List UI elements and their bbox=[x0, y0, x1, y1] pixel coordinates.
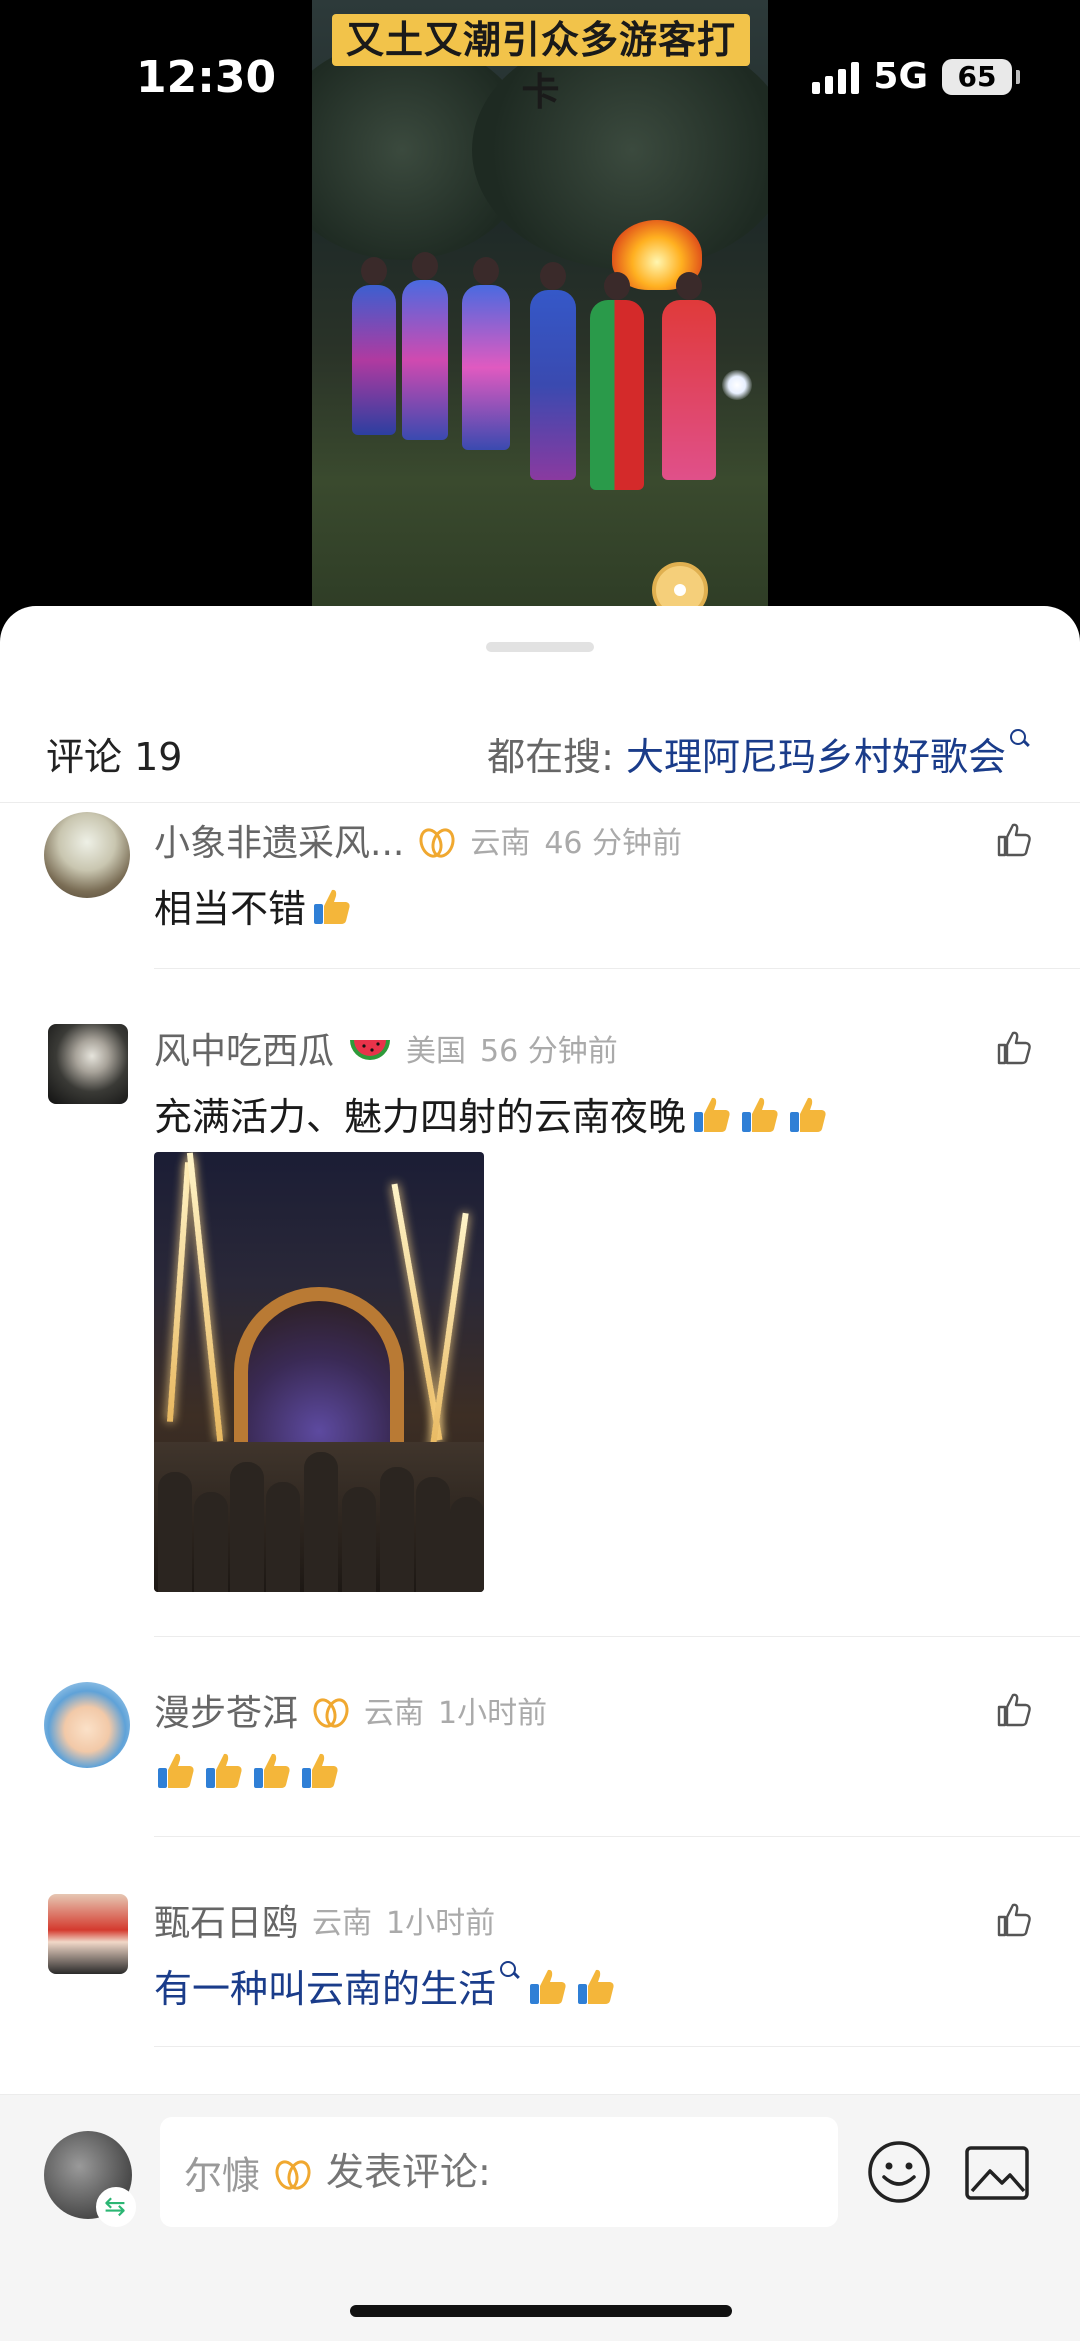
network-type: 5G bbox=[873, 56, 928, 97]
comment-divider bbox=[154, 968, 1080, 969]
battery-icon: 65 bbox=[942, 58, 1020, 95]
emoji-icon[interactable] bbox=[866, 2139, 932, 2205]
like-icon[interactable] bbox=[994, 820, 1034, 860]
comment-time: 46 分钟前 bbox=[544, 826, 683, 861]
comment-time: 56 分钟前 bbox=[480, 1034, 618, 1069]
vip-badge-icon bbox=[274, 2157, 312, 2187]
repost-badge-icon bbox=[96, 2187, 136, 2227]
image-icon[interactable] bbox=[964, 2145, 1030, 2201]
thumbs-up-emoji bbox=[694, 1097, 730, 1132]
dancer bbox=[402, 252, 448, 440]
comment-location: 云南 bbox=[364, 1696, 425, 1731]
dancer bbox=[530, 262, 576, 480]
comment-meta: 甄石日鸥 云南 1小时前 bbox=[154, 1894, 495, 1946]
avatar[interactable] bbox=[44, 1682, 130, 1768]
comment-item: 漫步苍洱 云南 1小时前 bbox=[0, 1672, 1080, 1892]
dancer bbox=[662, 272, 716, 480]
avatar[interactable] bbox=[48, 1894, 128, 1974]
dancer bbox=[352, 257, 396, 435]
hot-search-link[interactable]: 都在搜: 大理阿尼玛乡村好歌会 bbox=[487, 726, 1032, 781]
comments-header: 评论 19 都在搜: 大理阿尼玛乡村好歌会 bbox=[0, 716, 1080, 800]
thumbs-up-emoji bbox=[206, 1753, 242, 1788]
light-tree bbox=[166, 1162, 192, 1422]
sheet-drag-handle[interactable] bbox=[486, 642, 594, 652]
comment-time: 1小时前 bbox=[438, 1696, 548, 1731]
comment-text[interactable] bbox=[154, 1748, 342, 1792]
avatar[interactable] bbox=[48, 1024, 128, 1104]
comment-search-link[interactable]: 有一种叫云南的生活 bbox=[154, 1958, 496, 2013]
comment-text[interactable]: 有一种叫云南的生活 bbox=[154, 1958, 618, 2013]
comment-image[interactable] bbox=[154, 1152, 484, 1592]
crowd bbox=[154, 1442, 484, 1592]
like-icon[interactable] bbox=[994, 1028, 1034, 1068]
input-username: 尔慷 bbox=[184, 2153, 261, 2198]
comment-divider bbox=[154, 1836, 1080, 1837]
comment-input[interactable] bbox=[326, 2150, 747, 2194]
signal-icon bbox=[812, 60, 860, 94]
comments-count-title: 评论 19 bbox=[46, 735, 183, 779]
thumbs-up-emoji bbox=[530, 1969, 566, 2004]
like-icon[interactable] bbox=[994, 1900, 1034, 1940]
comment-text-content: 充满活力、魅力四射的云南夜晚 bbox=[154, 1095, 687, 1139]
comments-sheet: 评论 19 都在搜: 大理阿尼玛乡村好歌会 小象非遗采风... 云南 46 分钟… bbox=[0, 606, 1080, 2341]
vip-badge-icon bbox=[418, 825, 456, 855]
thumbs-up-emoji bbox=[578, 1969, 614, 2004]
thumbs-up-emoji bbox=[254, 1753, 290, 1788]
status-time: 12:30 bbox=[136, 52, 277, 103]
thumbs-up-emoji bbox=[314, 889, 350, 924]
thumbs-up-emoji bbox=[158, 1753, 194, 1788]
comment-item: 风中吃西瓜 美国 56 分钟前 充满活力、魅力四射的云南夜晚 bbox=[0, 1010, 1080, 1710]
watermelon-emoji bbox=[350, 1040, 391, 1060]
thumbs-up-emoji bbox=[302, 1753, 338, 1788]
dancer bbox=[590, 272, 644, 490]
vip-badge-icon bbox=[312, 1695, 350, 1725]
light-tree bbox=[186, 1152, 224, 1442]
comment-text-content: 相当不错 bbox=[154, 887, 307, 931]
comment-meta: 漫步苍洱 云南 1小时前 bbox=[154, 1684, 547, 1736]
like-icon[interactable] bbox=[994, 1690, 1034, 1730]
lamp-glow bbox=[722, 370, 752, 400]
comment-text[interactable]: 充满活力、魅力四射的云南夜晚 bbox=[154, 1086, 830, 1141]
thumbs-up-emoji bbox=[742, 1097, 778, 1132]
comment-text[interactable]: 相当不错 bbox=[154, 878, 354, 933]
light-tree bbox=[429, 1212, 469, 1452]
comment-meta: 小象非遗采风... 云南 46 分钟前 bbox=[154, 814, 682, 866]
comment-location: 美国 bbox=[406, 1034, 467, 1069]
avatar[interactable] bbox=[44, 812, 130, 898]
comment-location: 云南 bbox=[312, 1906, 373, 1941]
hot-search-label: 都在搜: bbox=[487, 735, 614, 779]
comment-author[interactable]: 漫步苍洱 bbox=[154, 1684, 298, 1736]
dancer bbox=[462, 257, 510, 450]
comment-author[interactable]: 甄石日鸥 bbox=[154, 1894, 298, 1946]
search-icon bbox=[1010, 728, 1032, 751]
thumbs-up-emoji bbox=[790, 1097, 826, 1132]
comment-item: 甄石日鸥 云南 1小时前 有一种叫云南的生活 bbox=[0, 1882, 1080, 2102]
comment-divider bbox=[154, 1636, 1080, 1637]
video-player[interactable]: 又土又潮引众多游客打卡 12:30 5G 65 bbox=[0, 0, 1080, 640]
comment-location: 云南 bbox=[470, 826, 531, 861]
video-caption: 又土又潮引众多游客打卡 bbox=[332, 14, 750, 114]
comment-divider bbox=[154, 2046, 1080, 2047]
comment-meta: 风中吃西瓜 美国 56 分钟前 bbox=[154, 1022, 618, 1074]
hot-search-keyword[interactable]: 大理阿尼玛乡村好歌会 bbox=[626, 726, 1006, 781]
comment-author[interactable]: 风中吃西瓜 bbox=[154, 1022, 334, 1074]
comment-input-box[interactable]: 尔慷 bbox=[160, 2117, 838, 2227]
status-indicators: 5G 65 bbox=[812, 56, 1020, 97]
comment-time: 1小时前 bbox=[386, 1906, 496, 1941]
comment-author[interactable]: 小象非遗采风... bbox=[154, 814, 404, 866]
search-icon bbox=[500, 1960, 522, 1983]
home-indicator bbox=[350, 2305, 732, 2317]
comment-input-bar: 尔慷 bbox=[0, 2094, 1080, 2341]
